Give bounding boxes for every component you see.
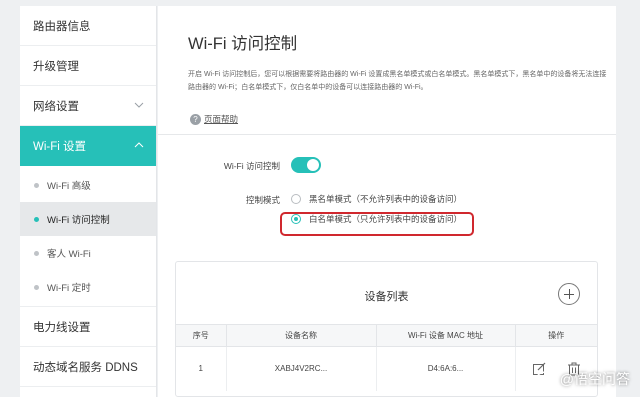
device-table: 序号 设备名称 Wi-Fi 设备 MAC 地址 操作 1 XABJ4V2RC..… [176, 324, 597, 391]
sidebar-item-label: 升级管理 [33, 60, 79, 73]
column-header: 设备名称 [226, 324, 377, 347]
column-header: 序号 [176, 324, 227, 347]
device-list-card: 设备列表 序号 设备名称 Wi-Fi 设备 MAC 地址 操作 1 XABJ4V… [175, 261, 598, 397]
wifi-submenu: Wi-Fi 高级 Wi-Fi 访问控制 客人 Wi-Fi Wi-Fi 定时 [20, 166, 156, 307]
sidebar-subitem-wifi-timer[interactable]: Wi-Fi 定时 [20, 270, 156, 304]
toggle-knob [307, 159, 319, 171]
sidebar-item-label: 电力线设置 [33, 321, 91, 334]
sidebar-subitem-label: 客人 Wi-Fi [47, 249, 91, 260]
radio-blacklist[interactable] [291, 194, 301, 204]
sidebar-item-network[interactable]: 网络设置 [20, 86, 156, 126]
blacklist-mode-option[interactable]: 黑名单模式（不允许列表中的设备访问） [291, 193, 462, 205]
column-header: 操作 [515, 324, 597, 347]
sidebar-item-powerline[interactable]: 电力线设置 [20, 307, 156, 347]
sidebar-subitem-label: Wi-Fi 访问控制 [47, 215, 110, 226]
divider [158, 134, 616, 135]
sidebar: 路由器信息 升级管理 网络设置 Wi-Fi 设置 Wi-Fi 高级 Wi-Fi … [20, 6, 157, 397]
sidebar-subitem-wifi-advanced[interactable]: Wi-Fi 高级 [20, 168, 156, 202]
sidebar-subitem-label: Wi-Fi 高级 [47, 181, 91, 192]
device-mac: D4:6A:6... [376, 346, 516, 391]
add-device-button[interactable] [558, 283, 580, 305]
watermark-text: @悟空问答 [559, 371, 630, 387]
table-row: 1 XABJ4V2RC... D4:6A:6... [176, 346, 597, 391]
chevron-down-icon [134, 102, 144, 108]
sidebar-subitem-guest-wifi[interactable]: 客人 Wi-Fi [20, 236, 156, 270]
column-header: Wi-Fi 设备 MAC 地址 [376, 324, 516, 347]
sidebar-item-router-info[interactable]: 路由器信息 [20, 6, 156, 46]
sidebar-item-ddns[interactable]: 动态域名服务 DDNS [20, 347, 156, 387]
page-title: Wi-Fi 访问控制 [188, 35, 298, 53]
sidebar-item-label: Wi-Fi 设置 [33, 141, 87, 153]
device-list-title: 设备列表 [364, 291, 409, 303]
sidebar-item-label: 网络设置 [33, 100, 79, 113]
table-header-row: 序号 设备名称 Wi-Fi 设备 MAC 地址 操作 [176, 324, 597, 347]
access-control-label: Wi-Fi 访问控制 [223, 161, 280, 171]
control-mode-label: 控制模式 [245, 195, 280, 205]
sidebar-subitem-wifi-access-control[interactable]: Wi-Fi 访问控制 [20, 202, 156, 236]
access-control-toggle[interactable] [291, 157, 321, 173]
sidebar-subitem-label: Wi-Fi 定时 [47, 283, 91, 294]
annotation-highlight-box [280, 212, 474, 236]
bullet-icon [34, 250, 39, 256]
chevron-up-icon [134, 142, 144, 148]
bullet-icon [34, 216, 39, 222]
sidebar-item-wifi[interactable]: Wi-Fi 设置 [20, 126, 156, 166]
bullet-icon [34, 182, 39, 188]
sidebar-item-label: 路由器信息 [33, 20, 91, 33]
help-link[interactable]: ? 页面帮助 [190, 113, 238, 125]
sidebar-item-label: 动态域名服务 DDNS [33, 361, 138, 374]
bullet-icon [34, 284, 39, 290]
blacklist-mode-label: 黑名单模式（不允许列表中的设备访问） [309, 194, 463, 204]
row-index: 1 [176, 346, 227, 391]
chat-bubble-icon [535, 371, 556, 386]
help-link-label: 页面帮助 [204, 114, 239, 124]
main-panel: Wi-Fi 访问控制 开启 Wi-Fi 访问控制后，您可以根据需要将路由器的 W… [158, 6, 616, 397]
watermark: @悟空问答 [535, 369, 630, 389]
help-icon: ? [190, 113, 201, 125]
sidebar-item-upgrade[interactable]: 升级管理 [20, 46, 156, 86]
page-description: 开启 Wi-Fi 访问控制后，您可以根据需要将路由器的 Wi-Fi 设置成黑名单… [188, 71, 607, 91]
device-name: XABJ4V2RC... [226, 346, 377, 391]
